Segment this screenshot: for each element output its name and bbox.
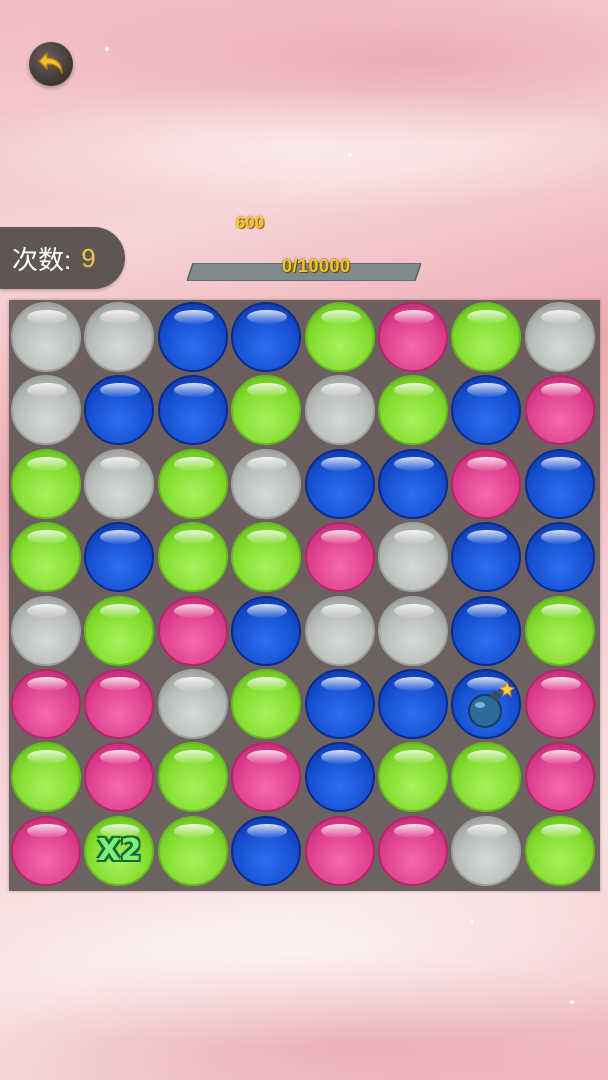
sparkle [570,1000,574,1004]
bubble-blue[interactable] [451,595,522,666]
bubble-blue[interactable] [157,302,228,372]
bubble-pink[interactable] [451,448,522,519]
bubble-gray[interactable] [231,448,302,519]
bubble-green[interactable] [524,815,595,886]
sparkle [470,920,474,924]
bubble-green[interactable] [304,302,375,372]
bubble-green[interactable] [11,522,81,593]
sparkle [348,153,352,157]
bubble-pink[interactable] [84,669,155,739]
bubble-green[interactable] [157,742,228,813]
back-button[interactable] [29,42,73,86]
bubble-pink[interactable] [157,595,228,666]
bubble-gray[interactable] [304,375,375,446]
bubble-gray[interactable] [11,595,81,666]
multiplier-label: X2 [97,833,142,869]
bubble-green[interactable] [11,448,81,519]
bubble-green[interactable] [451,302,522,372]
bubble-gray[interactable] [378,595,448,666]
target-score: 600 [235,213,265,232]
bubble-blue[interactable] [524,522,595,593]
bubble-green[interactable] [11,742,81,813]
bubble-blue[interactable] [157,375,228,446]
bubble-multiplier[interactable]: X2 [84,815,155,886]
bubble-green[interactable] [157,522,228,593]
bubble-blue[interactable] [231,595,302,666]
bubble-green[interactable] [378,375,448,446]
bubble-gray[interactable] [304,595,375,666]
back-arrow-icon [38,52,63,74]
bubble-pink[interactable] [524,669,595,739]
bubble-blue[interactable] [304,669,375,739]
bubble-green[interactable] [231,669,302,739]
bubble-blue[interactable] [524,448,595,519]
bubble-blue[interactable] [451,522,522,593]
bubble-pink[interactable] [11,669,81,739]
bubble-pink[interactable] [524,742,595,813]
bubble-green[interactable] [524,595,595,666]
moves-label: 次数: [12,244,72,275]
bubble-gray[interactable] [451,815,522,886]
bubble-gray[interactable] [524,302,595,372]
bubble-pink[interactable] [84,742,155,813]
sparkle [105,47,109,51]
bubble-pink[interactable] [524,375,595,446]
bubble-blue[interactable] [304,448,375,519]
bubble-blue[interactable] [304,742,375,813]
bubble-pink[interactable] [304,522,375,593]
moves-value: 9 [81,242,96,273]
bubble-green[interactable] [157,815,228,886]
bubble-blue[interactable] [84,375,155,446]
score-progress-text: 0/10000 [282,256,351,276]
bubble-green[interactable] [378,742,448,813]
bubble-pink[interactable] [378,302,448,372]
bubble-pink[interactable] [231,742,302,813]
bubble-gray[interactable] [11,375,81,446]
bubble-green[interactable] [231,375,302,446]
bubble-gray[interactable] [84,302,155,372]
bubble-gray[interactable] [84,448,155,519]
bubble-green[interactable] [84,595,155,666]
bubble-blue[interactable] [378,669,448,739]
bubble-green[interactable] [231,522,302,593]
bubble-blue[interactable] [451,375,522,446]
moves-panel: 次数: 9 [0,227,125,289]
bubble-gray[interactable] [378,522,448,593]
bubble-bomb[interactable] [451,669,522,739]
bubble-pink[interactable] [378,815,448,886]
bubble-green[interactable] [451,742,522,813]
bubble-green[interactable] [157,448,228,519]
bomb-icon [468,680,516,728]
bubble-blue[interactable] [378,448,448,519]
bubble-blue[interactable] [231,302,302,372]
game-board: X2 [9,300,600,891]
bubble-pink[interactable] [304,815,375,886]
bubble-gray[interactable] [11,302,81,372]
bubble-blue[interactable] [231,815,302,886]
bubble-blue[interactable] [84,522,155,593]
bubble-pink[interactable] [11,815,81,886]
bubble-gray[interactable] [157,669,228,739]
